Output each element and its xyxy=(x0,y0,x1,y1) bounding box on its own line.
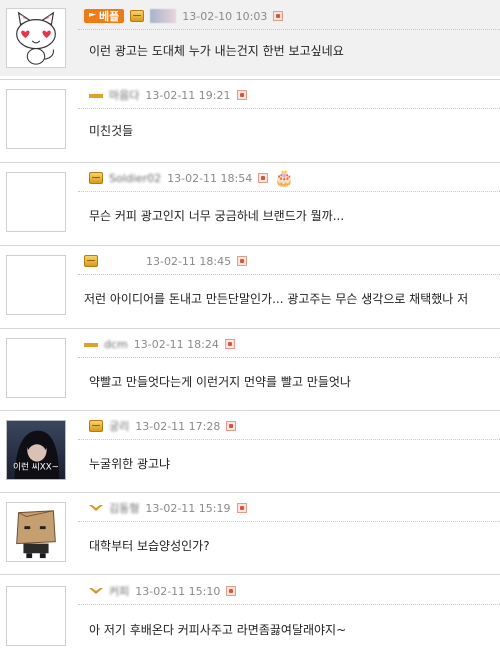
flag-icon xyxy=(89,12,96,17)
report-icon[interactable] xyxy=(226,421,237,431)
avatar-paperbag[interactable] xyxy=(6,502,66,562)
comment-header: Soldier02 13-02-11 18:54 🎂 xyxy=(89,170,294,186)
comment-text: 저런 아이디어를 돈내고 만든단말인가... 광고주는 무슨 생각으로 채택했나… xyxy=(84,292,469,306)
birthday-cake-icon: 🎂 xyxy=(274,168,295,187)
comment-text: 대학부터 보습양성인가? xyxy=(89,539,210,553)
report-icon[interactable] xyxy=(258,173,269,183)
comment-item: 커피 13-02-11 15:10 아 저기 후배온다 커피사주고 라면좀끓여달… xyxy=(0,575,500,656)
avatar-cat[interactable] xyxy=(6,8,66,68)
best-badge: 베플 xyxy=(84,9,125,23)
grade-icon xyxy=(89,94,103,98)
comment-text: 누굴위한 광고냐 xyxy=(89,457,171,471)
report-icon[interactable] xyxy=(236,503,247,513)
avatar-caption: 이런 씨XX~ xyxy=(13,461,59,472)
comment-date: 13-02-11 19:21 xyxy=(145,88,231,102)
comment-date: 13-02-11 18:45 xyxy=(146,254,232,268)
avatar[interactable] xyxy=(6,89,66,149)
comment-text: 아 저기 후배온다 커피사주고 라면좀끓여달래야지~ xyxy=(89,623,347,637)
avatar-photo[interactable]: 이런 씨XX~ xyxy=(6,420,66,480)
comment-header: 마음다 13-02-11 19:21 xyxy=(89,87,247,103)
comment-item: 13-02-11 18:45 저런 아이디어를 돈내고 만든단말인가... 광고… xyxy=(0,246,500,326)
comment-text: 무슨 커피 광고인지 너무 궁금하네 브랜드가 뭘까... xyxy=(89,209,345,223)
grade-icon xyxy=(89,505,103,511)
comment-text: 약빨고 만들엇다는게 이런거지 먼약를 빨고 만들엇나 xyxy=(89,375,351,389)
comment-item: 김동형 13-02-11 15:19 대학부터 보습양성인가? xyxy=(0,493,500,573)
comment-header: 궁리 13-02-11 17:28 xyxy=(89,418,237,434)
comment-header: 커피 13-02-11 15:10 xyxy=(89,583,237,599)
grade-icon xyxy=(84,255,98,267)
divider xyxy=(78,357,500,358)
divider xyxy=(78,604,500,605)
report-icon[interactable] xyxy=(273,11,284,21)
nickname-thumbnail[interactable] xyxy=(150,9,177,23)
grade-icon xyxy=(89,420,103,432)
comment-date: 13-02-11 15:10 xyxy=(135,584,221,598)
comment-header: 김동형 13-02-11 15:19 xyxy=(89,500,247,516)
divider xyxy=(78,274,500,275)
avatar[interactable] xyxy=(6,586,66,646)
nickname[interactable]: 김동형 xyxy=(109,500,139,516)
report-icon[interactable] xyxy=(226,586,237,596)
divider xyxy=(78,108,500,109)
comment-date: 13-02-11 18:54 xyxy=(167,171,253,185)
nickname[interactable]: Soldier02 xyxy=(109,172,161,185)
comment-date: 13-02-11 17:28 xyxy=(135,419,221,433)
avatar[interactable] xyxy=(6,172,66,232)
divider xyxy=(78,191,500,192)
nickname[interactable]: 마음다 xyxy=(109,87,139,103)
grade-icon xyxy=(89,172,103,184)
comment-header: dcm 13-02-11 18:24 xyxy=(84,336,235,352)
comment-item: Soldier02 13-02-11 18:54 🎂 무슨 커피 광고인지 너무… xyxy=(0,163,500,243)
comment-header: 베플 13-02-10 10:03 xyxy=(84,8,284,24)
comment-item: dcm 13-02-11 18:24 약빨고 만들엇다는게 이런거지 먼약를 빨… xyxy=(0,329,500,409)
comment-date: 13-02-11 15:19 xyxy=(145,501,231,515)
report-icon[interactable] xyxy=(236,90,247,100)
divider xyxy=(78,521,500,522)
nickname[interactable]: 궁리 xyxy=(109,418,129,434)
comment-item: 베플 13-02-10 10:03 이런 광고는 도대체 누가 내는건지 한번 … xyxy=(0,0,500,76)
comment-text: 이런 광고는 도대체 누가 내는건지 한번 보고싶네요 xyxy=(89,44,344,58)
nickname[interactable]: 커피 xyxy=(109,583,129,599)
grade-icon xyxy=(89,588,103,594)
grade-icon xyxy=(84,343,98,347)
nickname[interactable]: dcm xyxy=(104,338,128,351)
comment-date: 13-02-10 10:03 xyxy=(182,9,268,23)
avatar[interactable] xyxy=(6,255,66,315)
comment-date: 13-02-11 18:24 xyxy=(133,337,219,351)
best-label: 베플 xyxy=(99,10,120,23)
comment-text: 미친것들 xyxy=(89,124,134,138)
divider xyxy=(78,29,500,30)
report-icon[interactable] xyxy=(237,256,248,266)
comment-item: 마음다 13-02-11 19:21 미친것들 xyxy=(0,80,500,160)
comment-item: 이런 씨XX~ 궁리 13-02-11 17:28 누굴위한 광고냐 xyxy=(0,411,500,491)
report-icon[interactable] xyxy=(224,339,235,349)
comment-header: 13-02-11 18:45 xyxy=(84,253,248,269)
divider xyxy=(78,439,500,440)
avatar[interactable] xyxy=(6,338,66,398)
grade-icon xyxy=(130,10,145,22)
